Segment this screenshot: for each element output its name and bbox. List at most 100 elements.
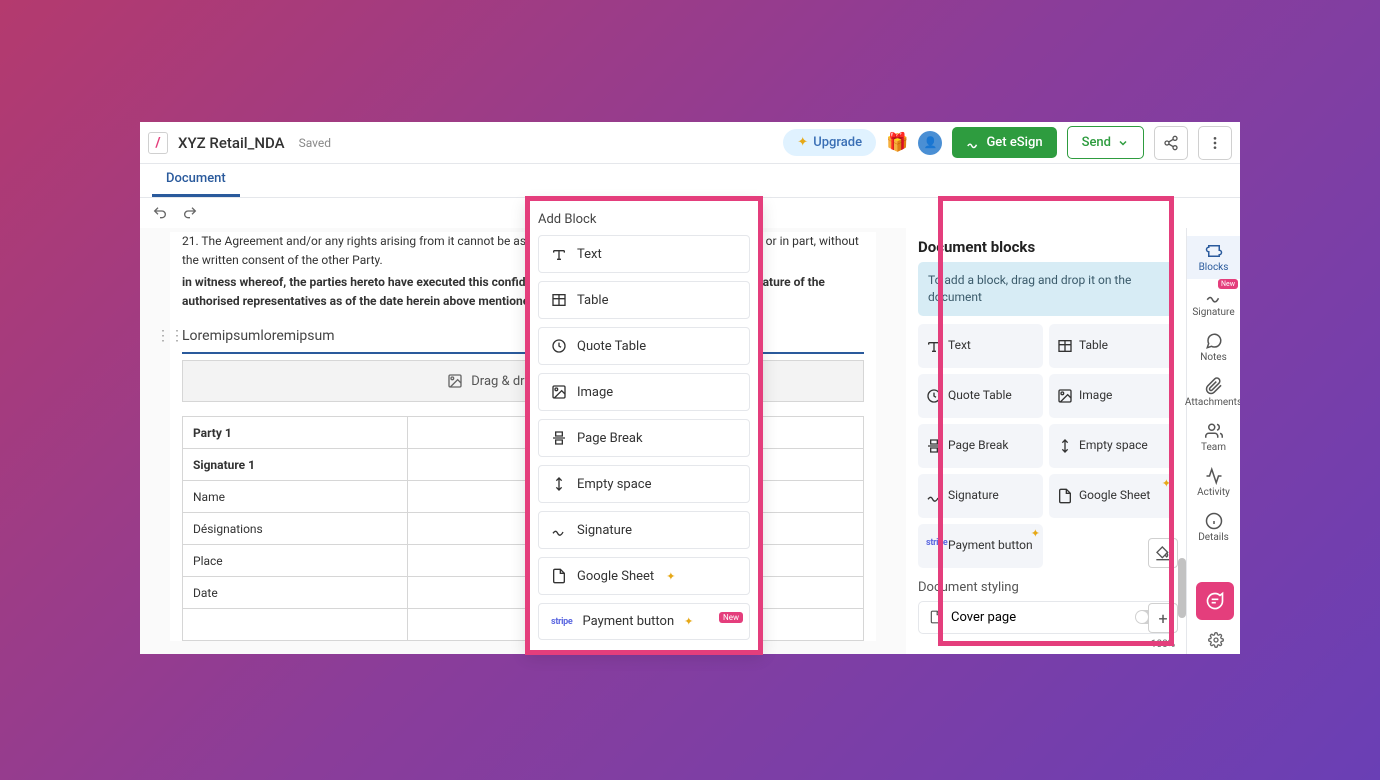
addblock-table[interactable]: Table [538,281,750,319]
signature-icon [551,522,567,538]
chat-icon [1205,332,1223,350]
document-blocks-panel: Document blocks To add a block, drag and… [906,228,1186,654]
side-tab-blocks[interactable]: Blocks [1187,236,1240,279]
esign-label: Get eSign [986,135,1042,150]
cover-page-label: Cover page [951,610,1016,625]
block-payment-button[interactable]: stripePayment button [918,524,1043,568]
addblock-signature[interactable]: Signature [538,511,750,549]
scribble-icon [966,136,980,150]
right-rail: Document blocks To add a block, drag and… [906,228,1186,654]
upgrade-button[interactable]: ✦ Upgrade [783,129,876,156]
block-page-break[interactable]: Page Break [918,424,1043,468]
share-icon [1163,135,1179,151]
zoom-controls: + 100% [1148,603,1178,650]
stripe-icon: stripe [551,617,572,627]
zoom-percent: 100% [1151,639,1175,650]
zoom-in-button[interactable]: + [1148,603,1178,633]
quote-table-icon [551,338,567,354]
chat-bubbles-icon [1205,591,1225,611]
gift-icon[interactable]: 🎁 [886,132,908,153]
paperclip-icon [1205,377,1223,395]
sparkle-icon: ✦ [797,135,808,150]
block-empty-space[interactable]: Empty space [1049,424,1174,468]
doc-title[interactable]: XYZ Retail_NDA [178,134,285,152]
block-google-sheet[interactable]: Google Sheet [1049,474,1174,518]
tab-bar: Document [140,164,1240,198]
block-text[interactable]: Text [918,324,1043,368]
blocks-hint: To add a block, drag and drop it on the … [918,262,1174,316]
page-break-icon [551,430,567,446]
chat-fab[interactable] [1196,582,1234,620]
page: 21. The Agreement and/or any rights aris… [170,232,876,641]
file-icon [551,568,567,584]
blocks-grid: Text Table Quote Table Image Page Break … [918,324,1174,568]
saved-label: Saved [299,136,331,150]
get-esign-button[interactable]: Get eSign [952,127,1056,158]
dots-vertical-icon [1207,135,1223,151]
team-icon [1205,422,1223,440]
send-label: Send [1082,135,1111,150]
block-signature[interactable]: Signature [918,474,1043,518]
redo-icon[interactable] [182,205,198,221]
page-break-icon [926,438,942,454]
side-tab-attachments[interactable]: Attachments [1187,371,1240,414]
more-button[interactable] [1198,126,1232,160]
side-tab-team[interactable]: Team [1187,416,1240,459]
table-icon [1057,338,1073,354]
side-tab-signature[interactable]: NewSignature [1187,281,1240,324]
signature-icon [926,488,942,504]
image-icon [551,384,567,400]
doc-icon: / [148,132,168,154]
puzzle-icon [1205,242,1223,260]
image-icon [1057,388,1073,404]
undo-icon[interactable] [152,205,168,221]
document-styling-label: Document styling [918,580,1174,595]
add-block-popup: Add Block Text Table Quote Table Image P… [525,199,763,653]
side-tab-activity[interactable]: Activity [1187,461,1240,504]
addblock-quote-table[interactable]: Quote Table [538,327,750,365]
new-badge: New [1218,279,1238,289]
blocks-panel-title: Document blocks [918,238,1174,256]
image-icon [447,373,463,389]
document-canvas[interactable]: 21. The Agreement and/or any rights aris… [140,228,906,654]
signature-icon [1205,287,1223,305]
addblock-google-sheet[interactable]: Google Sheet✦ [538,557,750,595]
side-tab-details[interactable]: Details [1187,506,1240,549]
quote-table-icon [926,388,942,404]
text-icon [926,338,942,354]
chevron-down-icon [1117,137,1129,149]
block-table[interactable]: Table [1049,324,1174,368]
block-image[interactable]: Image [1049,374,1174,418]
file-icon [1057,488,1073,504]
tab-document[interactable]: Document [152,163,240,197]
addblock-empty-space[interactable]: Empty space [538,465,750,503]
addblock-text[interactable]: Text [538,235,750,273]
add-block-title: Add Block [538,212,750,227]
send-button[interactable]: Send [1067,126,1144,159]
text-icon [551,246,567,262]
stripe-icon: stripe [926,538,942,554]
paint-bucket-button[interactable] [1148,538,1178,568]
signature-header: Signature 1 [183,449,408,481]
paint-bucket-icon [1155,545,1171,561]
settings-icon[interactable] [1208,632,1224,652]
top-bar: / XYZ Retail_NDA Saved ✦ Upgrade 🎁 👤 Get… [140,122,1240,164]
drag-handle-icon[interactable]: ⋮⋮ [156,328,184,344]
addblock-payment-button[interactable]: stripePayment button✦New [538,603,750,640]
scrollbar[interactable] [1178,558,1186,618]
activity-icon [1205,467,1223,485]
page-icon [929,610,943,624]
block-quote-table[interactable]: Quote Table [918,374,1043,418]
addblock-image[interactable]: Image [538,373,750,411]
saved-indicator: Saved [295,136,331,150]
new-badge: New [719,612,743,623]
side-tab-notes[interactable]: Notes [1187,326,1240,369]
share-button[interactable] [1154,126,1188,160]
avatar[interactable]: 👤 [918,131,942,155]
party-header: Party 1 [183,417,408,449]
table-icon [551,292,567,308]
upgrade-label: Upgrade [813,135,862,150]
addblock-page-break[interactable]: Page Break [538,419,750,457]
lorem-text: Loremipsumloremipsum [182,328,335,344]
cover-page-row[interactable]: Cover page [918,601,1174,634]
